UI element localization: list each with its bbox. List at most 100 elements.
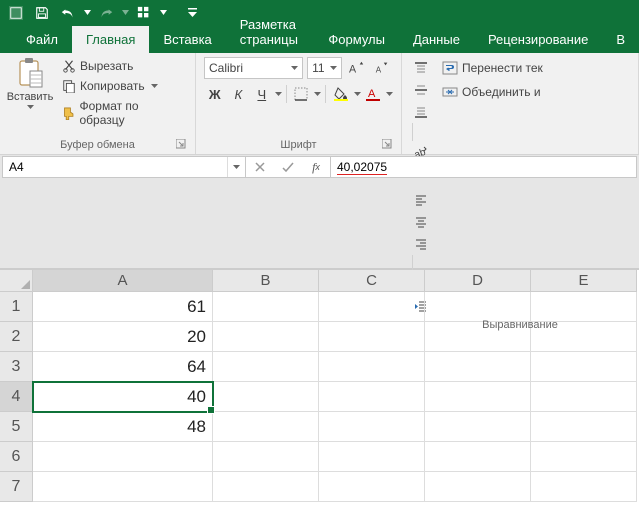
- format-painter-button[interactable]: Формат по образцу: [58, 97, 187, 129]
- font-color-icon[interactable]: A: [363, 83, 385, 105]
- paste-label: Вставить: [7, 91, 54, 103]
- fill-color-dropdown[interactable]: [354, 83, 361, 105]
- col-header-d[interactable]: D: [425, 270, 531, 292]
- row-header-5[interactable]: 5: [0, 412, 33, 442]
- svg-text:A: A: [349, 63, 357, 75]
- row-header-2[interactable]: 2: [0, 322, 33, 352]
- cell-d3[interactable]: [425, 352, 531, 382]
- align-bottom-icon[interactable]: [410, 101, 432, 123]
- tab-home[interactable]: Главная: [72, 26, 149, 53]
- col-header-e[interactable]: E: [531, 270, 637, 292]
- copy-button[interactable]: Копировать: [58, 77, 187, 95]
- cell-c3[interactable]: [319, 352, 425, 382]
- cell-a1[interactable]: 61: [33, 292, 213, 322]
- cell-a3[interactable]: 64: [33, 352, 213, 382]
- cell-b2[interactable]: [213, 322, 319, 352]
- bold-button[interactable]: Ж: [204, 83, 226, 105]
- font-size-selector[interactable]: 11: [307, 57, 342, 79]
- align-top-icon[interactable]: [410, 57, 432, 79]
- paste-button[interactable]: Вставить: [8, 57, 52, 137]
- col-header-c[interactable]: C: [319, 270, 425, 292]
- tab-view-partial[interactable]: В: [602, 26, 639, 53]
- insert-function-icon[interactable]: fx: [302, 160, 330, 175]
- align-middle-icon[interactable]: [410, 79, 432, 101]
- row-header-3[interactable]: 3: [0, 352, 33, 382]
- tab-page-layout[interactable]: Разметка страницы: [226, 11, 315, 53]
- cell-b6[interactable]: [213, 442, 319, 472]
- tab-data[interactable]: Данные: [399, 26, 474, 53]
- touch-mode-dropdown-icon[interactable]: [158, 2, 168, 24]
- name-box-dropdown-icon[interactable]: [227, 157, 245, 177]
- borders-dropdown[interactable]: [314, 83, 321, 105]
- font-color-dropdown[interactable]: [386, 83, 393, 105]
- cancel-formula-icon[interactable]: [246, 161, 274, 173]
- cut-button[interactable]: Вырезать: [58, 57, 187, 75]
- quick-access-toolbar: [0, 0, 639, 25]
- cell-c5[interactable]: [319, 412, 425, 442]
- increase-font-icon[interactable]: A: [346, 57, 367, 79]
- cell-e7[interactable]: [531, 472, 637, 502]
- name-box[interactable]: [2, 156, 246, 178]
- cell-d7[interactable]: [425, 472, 531, 502]
- excel-app-icon[interactable]: [4, 2, 28, 24]
- tab-review[interactable]: Рецензирование: [474, 26, 602, 53]
- cell-e3[interactable]: [531, 352, 637, 382]
- undo-icon[interactable]: [56, 2, 80, 24]
- tab-formulas[interactable]: Формулы: [314, 26, 399, 53]
- row-header-4[interactable]: 4: [0, 382, 33, 412]
- align-center-icon[interactable]: [410, 211, 432, 233]
- underline-button[interactable]: Ч: [251, 83, 273, 105]
- cell-a6[interactable]: [33, 442, 213, 472]
- fill-color-icon[interactable]: [330, 83, 352, 105]
- borders-icon[interactable]: [291, 83, 313, 105]
- cell-d4[interactable]: [425, 382, 531, 412]
- name-box-input[interactable]: [3, 160, 227, 174]
- merge-center-button[interactable]: Объединить и: [442, 81, 543, 103]
- cell-a7[interactable]: [33, 472, 213, 502]
- cell-c6[interactable]: [319, 442, 425, 472]
- row-header-7[interactable]: 7: [0, 472, 33, 502]
- enter-formula-icon[interactable]: [274, 161, 302, 173]
- row-header-6[interactable]: 6: [0, 442, 33, 472]
- cell-b3[interactable]: [213, 352, 319, 382]
- underline-dropdown[interactable]: [275, 83, 282, 105]
- cut-label: Вырезать: [80, 59, 133, 73]
- dialog-launcher-icon[interactable]: [381, 139, 393, 151]
- cell-b4[interactable]: [213, 382, 319, 412]
- italic-button[interactable]: К: [228, 83, 250, 105]
- cell-e4[interactable]: [531, 382, 637, 412]
- select-all-corner[interactable]: [0, 270, 33, 292]
- tab-insert[interactable]: Вставка: [149, 26, 225, 53]
- formula-input[interactable]: 40,02075: [331, 156, 637, 178]
- align-left-icon[interactable]: [410, 189, 432, 211]
- col-header-a[interactable]: A: [33, 270, 213, 292]
- font-name-selector[interactable]: Calibri: [204, 57, 303, 79]
- row-header-1[interactable]: 1: [0, 292, 33, 322]
- chevron-down-icon[interactable]: [151, 84, 158, 88]
- cell-d5[interactable]: [425, 412, 531, 442]
- customize-qat-icon[interactable]: [180, 2, 204, 24]
- cell-c7[interactable]: [319, 472, 425, 502]
- save-icon[interactable]: [30, 2, 54, 24]
- cell-e6[interactable]: [531, 442, 637, 472]
- cell-a5[interactable]: 48: [33, 412, 213, 442]
- cell-e5[interactable]: [531, 412, 637, 442]
- dialog-launcher-icon[interactable]: [175, 139, 187, 151]
- undo-dropdown-icon[interactable]: [82, 2, 92, 24]
- col-header-b[interactable]: B: [213, 270, 319, 292]
- tab-file[interactable]: Файл: [12, 26, 72, 53]
- wrap-text-button[interactable]: Перенести тек: [442, 57, 543, 79]
- cell-a4[interactable]: 40: [33, 382, 213, 412]
- merge-icon: [442, 85, 458, 99]
- touch-mode-icon[interactable]: [132, 2, 156, 24]
- cell-b5[interactable]: [213, 412, 319, 442]
- cell-b1[interactable]: [213, 292, 319, 322]
- cell-d6[interactable]: [425, 442, 531, 472]
- chevron-down-icon[interactable]: [27, 105, 34, 109]
- cell-c4[interactable]: [319, 382, 425, 412]
- cell-a2[interactable]: 20: [33, 322, 213, 352]
- svg-text:A: A: [376, 65, 382, 74]
- cell-b7[interactable]: [213, 472, 319, 502]
- align-right-icon[interactable]: [410, 233, 432, 255]
- decrease-font-icon[interactable]: A: [372, 57, 393, 79]
